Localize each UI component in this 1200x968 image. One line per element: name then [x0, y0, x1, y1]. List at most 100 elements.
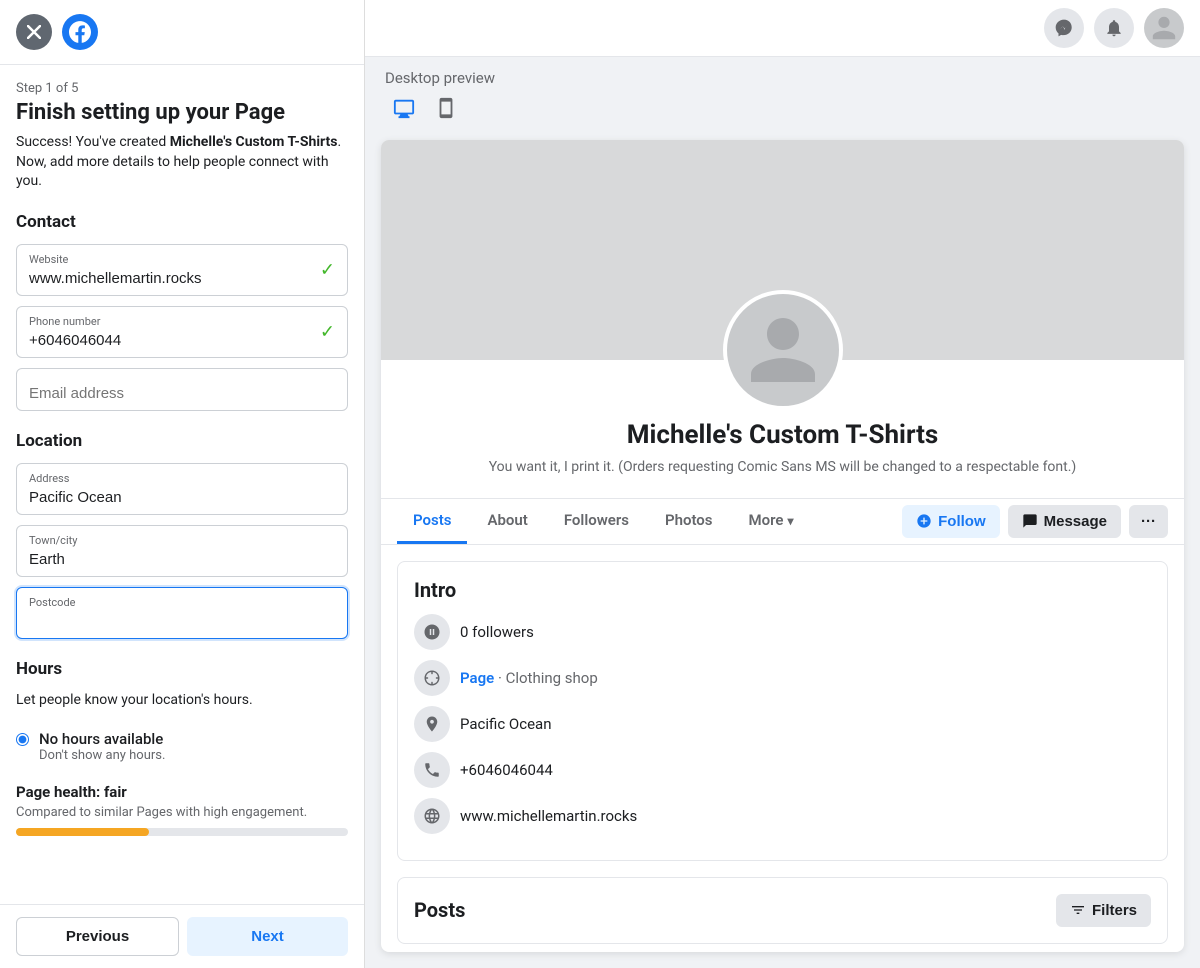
nav-item-about[interactable]: About — [471, 499, 543, 544]
location-icon — [414, 706, 450, 742]
step-label: Step 1 of 5 — [16, 81, 348, 96]
followers-intro-item: 0 followers — [414, 614, 1151, 650]
page-type-suffix: · Clothing shop — [498, 669, 598, 687]
postcode-label: Postcode — [29, 596, 335, 609]
close-button[interactable] — [16, 14, 52, 50]
facebook-logo — [62, 14, 98, 50]
website-check-icon: ✓ — [320, 259, 335, 280]
location-intro-item: Pacific Ocean — [414, 706, 1151, 742]
no-hours-sub: Don't show any hours. — [39, 748, 165, 763]
followers-icon — [414, 614, 450, 650]
fb-page-tagline: You want it, I print it. (Orders request… — [483, 458, 1083, 478]
more-actions-button[interactable]: ··· — [1129, 505, 1168, 538]
right-panel: Desktop preview Michelle's Custom T-Shir… — [365, 0, 1200, 968]
contact-section-label: Contact — [16, 212, 348, 232]
desktop-view-button[interactable] — [385, 93, 423, 128]
message-button-label: Message — [1044, 513, 1107, 530]
intro-title: Intro — [414, 578, 1151, 602]
fb-page-name: Michelle's Custom T-Shirts — [401, 420, 1164, 450]
success-text-start: Success! You've created — [16, 134, 170, 150]
website-intro-item: www.michellemartin.rocks — [414, 798, 1151, 834]
phone-check-icon: ✓ — [320, 321, 335, 342]
page-type-intro-item: Page · Clothing shop — [414, 660, 1151, 696]
page-title: Finish setting up your Page — [16, 100, 348, 125]
phone-input[interactable] — [29, 332, 335, 349]
intro-card: Intro 0 followers Page · Clothing shop — [397, 561, 1168, 861]
phone-icon — [414, 752, 450, 788]
hours-sub-text: Let people know your location's hours. — [16, 691, 348, 711]
website-input-group: Website ✓ — [16, 244, 348, 296]
filters-button-label: Filters — [1092, 902, 1137, 919]
website-icon — [414, 798, 450, 834]
email-input-group — [16, 368, 348, 411]
address-label: Address — [29, 472, 335, 485]
nav-item-more[interactable]: More — [733, 499, 810, 544]
followers-text: 0 followers — [460, 623, 534, 641]
page-name-bold: Michelle's Custom T-Shirts — [170, 134, 338, 150]
fb-nav-actions: Follow Message ··· — [902, 505, 1168, 538]
hours-section-label: Hours — [16, 659, 348, 679]
page-type-icon — [414, 660, 450, 696]
next-button[interactable]: Next — [187, 917, 348, 956]
preview-label: Desktop preview — [385, 69, 1180, 87]
preview-label-area: Desktop preview — [365, 57, 1200, 140]
town-label: Town/city — [29, 534, 335, 547]
phone-text: +6046046044 — [460, 761, 553, 779]
posts-section: Posts Filters — [397, 877, 1168, 944]
phone-label: Phone number — [29, 315, 335, 328]
fb-profile-picture — [723, 290, 843, 410]
email-input[interactable] — [29, 377, 335, 402]
notifications-icon-button[interactable] — [1094, 8, 1134, 48]
message-button[interactable]: Message — [1008, 505, 1121, 538]
website-text: www.michellemartin.rocks — [460, 807, 637, 825]
user-avatar[interactable] — [1144, 8, 1184, 48]
hours-section: Hours Let people know your location's ho… — [16, 659, 348, 764]
fb-nav: Posts About Followers Photos More Follow… — [381, 498, 1184, 545]
left-footer: Previous Next — [0, 904, 364, 968]
page-type-text: Page · Clothing shop — [460, 669, 598, 687]
location-section: Location Address Town/city Postcode — [16, 431, 348, 639]
filters-button[interactable]: Filters — [1056, 894, 1151, 927]
no-hours-radio[interactable] — [16, 733, 29, 746]
health-sub: Compared to similar Pages with high enga… — [16, 805, 348, 820]
website-input[interactable] — [29, 270, 335, 287]
left-panel: Step 1 of 5 Finish setting up your Page … — [0, 0, 365, 968]
nav-item-photos[interactable]: Photos — [649, 499, 729, 544]
device-switcher — [385, 93, 1180, 128]
follow-button[interactable]: Follow — [902, 505, 1000, 538]
left-header — [0, 0, 364, 65]
posts-title: Posts — [414, 898, 465, 922]
posts-header: Posts Filters — [414, 894, 1151, 927]
fb-main-content: Intro 0 followers Page · Clothing shop — [381, 545, 1184, 952]
left-content: Step 1 of 5 Finish setting up your Page … — [0, 65, 364, 904]
address-input-group: Address — [16, 463, 348, 515]
no-hours-label: No hours available — [39, 730, 165, 748]
postcode-input[interactable] — [29, 613, 335, 630]
phone-input-group: Phone number ✓ — [16, 306, 348, 358]
page-type-prefix: Page — [460, 669, 494, 687]
address-input[interactable] — [29, 489, 335, 506]
health-label: Page health: fair — [16, 783, 348, 801]
mobile-view-button[interactable] — [427, 93, 465, 128]
page-health-section: Page health: fair Compared to similar Pa… — [16, 783, 348, 836]
success-text: Success! You've created Michelle's Custo… — [16, 133, 348, 192]
messenger-icon-button[interactable] — [1044, 8, 1084, 48]
previous-button[interactable]: Previous — [16, 917, 179, 956]
location-text: Pacific Ocean — [460, 715, 552, 733]
website-label: Website — [29, 253, 335, 266]
nav-item-followers[interactable]: Followers — [548, 499, 645, 544]
phone-intro-item: +6046046044 — [414, 752, 1151, 788]
follow-button-label: Follow — [938, 513, 986, 530]
location-section-label: Location — [16, 431, 348, 451]
town-input-group: Town/city — [16, 525, 348, 577]
health-bar-bg — [16, 828, 348, 836]
postcode-input-group: Postcode — [16, 587, 348, 639]
more-chevron-icon — [787, 511, 793, 529]
top-bar-right — [1044, 8, 1184, 48]
no-hours-radio-item: No hours available Don't show any hours. — [16, 730, 348, 763]
town-input[interactable] — [29, 551, 335, 568]
health-bar-fill — [16, 828, 149, 836]
fb-cover-photo — [381, 140, 1184, 360]
top-bar — [365, 0, 1200, 57]
nav-item-posts[interactable]: Posts — [397, 499, 467, 544]
